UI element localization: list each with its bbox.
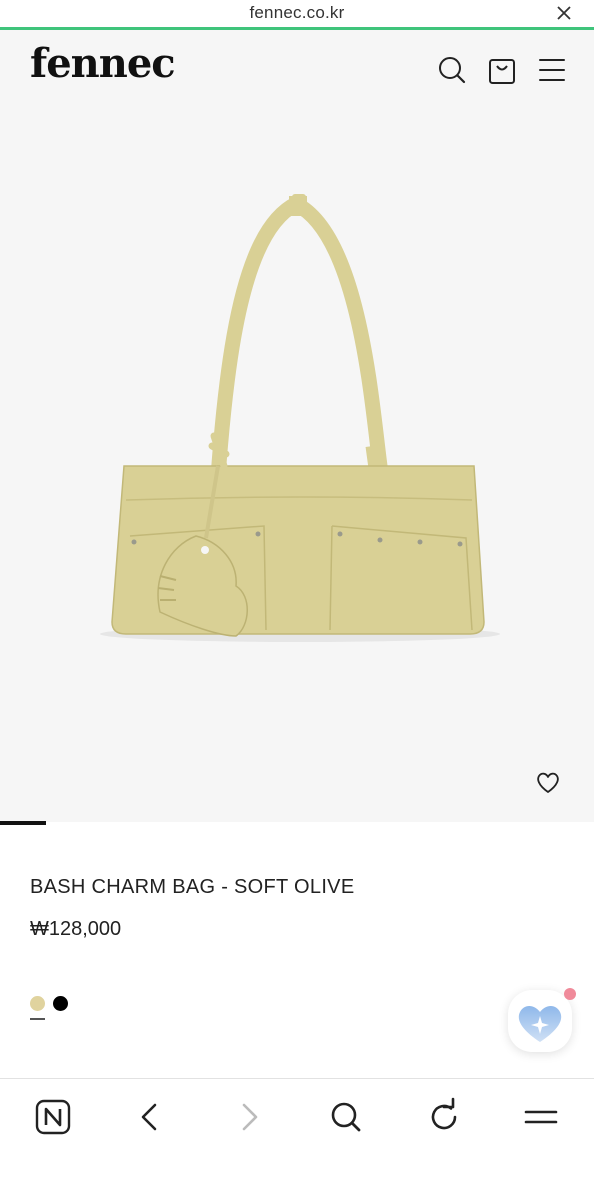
image-slide-indicator xyxy=(0,821,46,825)
heart-sparkle-icon xyxy=(518,1006,562,1042)
address-bar[interactable]: fennec.co.kr xyxy=(0,0,594,30)
notification-dot xyxy=(564,988,576,1000)
wishlist-heart-icon[interactable] xyxy=(534,768,562,796)
brand-logo[interactable]: fennec xyxy=(30,40,176,87)
product-image-gallery[interactable] xyxy=(0,106,594,822)
forward-icon[interactable] xyxy=(229,1097,269,1137)
site-header: fennec xyxy=(0,30,594,106)
menu-icon[interactable] xyxy=(536,54,568,86)
product-price: ₩128,000 xyxy=(30,918,122,940)
product-image xyxy=(100,194,500,642)
product-name: BASH CHARM BAG - SOFT OLIVE xyxy=(30,876,355,898)
url-text[interactable]: fennec.co.kr xyxy=(0,3,594,23)
menu-icon[interactable] xyxy=(521,1097,561,1137)
color-swatch-black[interactable] xyxy=(53,996,68,1011)
browser-toolbar xyxy=(0,1078,594,1200)
floating-like-button[interactable] xyxy=(508,988,576,1052)
color-swatch-soft-olive[interactable] xyxy=(30,996,45,1011)
back-icon[interactable] xyxy=(130,1097,170,1137)
close-icon[interactable] xyxy=(554,3,574,23)
refresh-icon[interactable] xyxy=(424,1097,464,1137)
shopping-bag-icon[interactable] xyxy=(486,54,518,86)
search-icon[interactable] xyxy=(326,1097,366,1137)
selected-swatch-underline xyxy=(30,1018,45,1020)
search-icon[interactable] xyxy=(436,54,468,86)
naver-n-icon[interactable] xyxy=(33,1097,73,1137)
